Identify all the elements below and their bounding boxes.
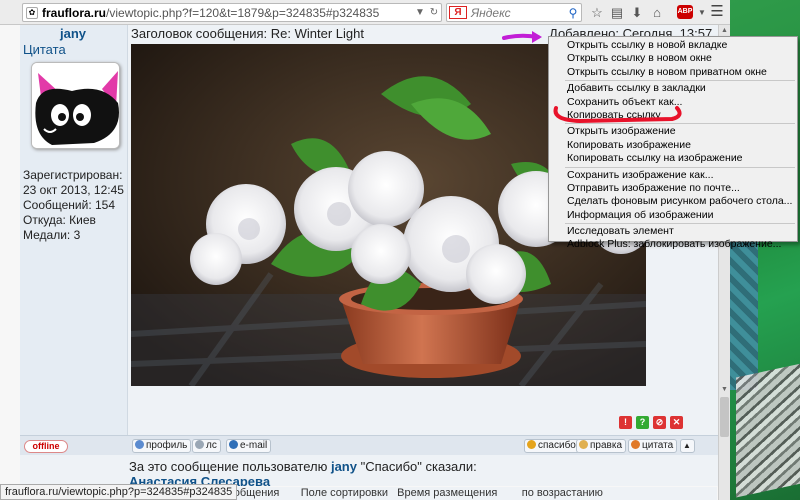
adblock-plus-icon[interactable]: ABP [677, 5, 693, 19]
author-info-line: Откуда: Киев [23, 213, 96, 227]
thanks-suffix: "Спасибо" сказали: [356, 459, 477, 474]
menu-save-link-as[interactable]: Сохранить объект как... [549, 96, 797, 109]
pm-icon [195, 440, 204, 449]
quote-label: цитата [642, 440, 674, 451]
thanks-label: спасибо [538, 440, 576, 451]
post-action-bar: offline профиль лс e-mail спасибо правка… [20, 435, 718, 455]
home-icon[interactable]: ⌂ [648, 4, 666, 21]
black-cat-avatar-icon [32, 63, 119, 148]
thanks-icon [527, 440, 536, 449]
quote-icon [631, 440, 640, 449]
status-bar-url: frauflora.ru/viewtopic.php?p=324835#p324… [0, 484, 238, 500]
menu-set-desktop-background[interactable]: Сделать фоновым рисунком рабочего стола.… [549, 195, 797, 208]
pm-button[interactable]: лс [192, 439, 221, 453]
bookmark-star-icon[interactable]: ☆ [588, 4, 606, 21]
menu-open-link-new-tab[interactable]: Открыть ссылку в новой вкладке [549, 39, 797, 52]
avatar[interactable] [31, 62, 120, 149]
menu-email-image[interactable]: Отправить изображение по почте... [549, 182, 797, 195]
context-menu-group: Исследовать элемент Adblock Plus: заблок… [549, 225, 797, 252]
post-report-icons: ! ? ⊘ ✕ [619, 416, 683, 429]
scroll-down-icon[interactable]: ▼ [719, 384, 730, 396]
offline-status-badge: offline [24, 440, 68, 453]
menu-view-image-info[interactable]: Информация об изображении [549, 209, 797, 222]
edit-label: правка [590, 440, 623, 451]
author-info-line: Медали: 3 [23, 228, 81, 242]
search-bar[interactable]: Я Яндекс ⚲ [446, 3, 582, 22]
menu-save-image-as[interactable]: Сохранить изображение как... [549, 169, 797, 182]
context-menu-group: Сохранить изображение как... Отправить и… [549, 169, 797, 223]
url-bar[interactable]: ✿ frauflora.ru/viewtopic.php?f=120&t=187… [22, 3, 442, 22]
downloads-icon[interactable]: ⬇ [628, 4, 646, 21]
thanks-prefix: За это сообщение пользователю [129, 459, 331, 474]
profile-button[interactable]: профиль [132, 439, 192, 453]
post-author-column: jany Цитата Зарегистрирован: 23 окт 2013 [20, 25, 128, 435]
yandex-engine-icon[interactable]: Я [449, 6, 467, 19]
thanks-line: За это сообщение пользователю jany "Спас… [129, 459, 477, 474]
author-info-line: Зарегистрирован: [23, 168, 123, 182]
question-icon[interactable]: ? [636, 416, 649, 429]
pm-label: лс [206, 440, 217, 451]
quote-link[interactable]: Цитата [23, 42, 66, 57]
menu-open-image[interactable]: Открыть изображение [549, 125, 797, 138]
url-text[interactable]: frauflora.ru/viewtopic.php?f=120&t=1879&… [42, 6, 413, 20]
email-button[interactable]: e-mail [226, 439, 272, 453]
report-icon[interactable]: ⊘ [653, 416, 666, 429]
menu-adblock-block-image[interactable]: Adblock Plus: заблокировать изображение.… [549, 238, 797, 251]
context-menu-group: Открыть изображение Копировать изображен… [549, 125, 797, 165]
menu-inspect-element[interactable]: Исследовать элемент [549, 225, 797, 238]
menu-separator [565, 166, 795, 168]
search-magnifier-icon[interactable]: ⚲ [565, 6, 581, 20]
url-domain: frauflora.ru [42, 5, 107, 20]
desktop-metal-decoration [736, 362, 800, 498]
reload-icon[interactable]: ↻ [427, 7, 441, 18]
menu-bookmark-link[interactable]: Добавить ссылку в закладки [549, 82, 797, 95]
context-menu: Открыть ссылку в новой вкладке Открыть с… [548, 36, 798, 250]
menu-separator [565, 80, 795, 82]
menu-separator [565, 223, 795, 225]
menu-copy-image[interactable]: Копировать изображение [549, 139, 797, 152]
hamburger-menu-icon[interactable]: ☰ [708, 4, 726, 21]
menu-open-link-new-window[interactable]: Открыть ссылку в новом окне [549, 52, 797, 65]
author-info: Зарегистрирован: 23 окт 2013, 12:45 Сооб… [23, 168, 124, 243]
back-to-top-button[interactable]: ▲ [680, 439, 695, 453]
author-username[interactable]: jany [60, 26, 86, 41]
warning-icon[interactable]: ! [619, 416, 632, 429]
thanks-button[interactable]: спасибо [524, 439, 580, 453]
profile-label: профиль [146, 440, 188, 451]
menu-open-link-private-window[interactable]: Открыть ссылку в новом приватном окне [549, 66, 797, 79]
context-menu-group: Добавить ссылку в закладки Сохранить объ… [549, 82, 797, 122]
menu-separator [565, 123, 795, 125]
menu-copy-link[interactable]: Копировать ссылку [549, 109, 797, 122]
delete-icon[interactable]: ✕ [670, 416, 683, 429]
thanks-user[interactable]: jany [331, 459, 357, 474]
url-path: /viewtopic.php?f=120&t=1879&p=324835#p32… [106, 5, 380, 20]
url-history-dropdown-icon[interactable]: ▼ [413, 7, 427, 18]
quote-button[interactable]: цитата [628, 439, 678, 453]
navigation-toolbar: ✿ frauflora.ru/viewtopic.php?f=120&t=187… [0, 0, 730, 25]
author-info-line: Сообщений: 154 [23, 198, 116, 212]
search-input[interactable]: Яндекс [471, 6, 565, 20]
menu-copy-image-link[interactable]: Копировать ссылку на изображение [549, 152, 797, 165]
edit-button[interactable]: правка [576, 439, 627, 453]
site-favicon-icon: ✿ [26, 6, 38, 19]
bookmarks-list-icon[interactable]: ▤ [608, 4, 626, 21]
scroll-thumb[interactable] [720, 397, 729, 437]
email-label: e-mail [240, 440, 268, 451]
edit-icon [579, 440, 588, 449]
context-menu-group: Открыть ссылку в новой вкладке Открыть с… [549, 39, 797, 79]
post-title: Заголовок сообщения: Re: Winter Light [131, 26, 364, 41]
profile-icon [135, 440, 144, 449]
author-info-line: 23 окт 2013, 12:45 [23, 183, 124, 197]
email-icon [229, 440, 238, 449]
